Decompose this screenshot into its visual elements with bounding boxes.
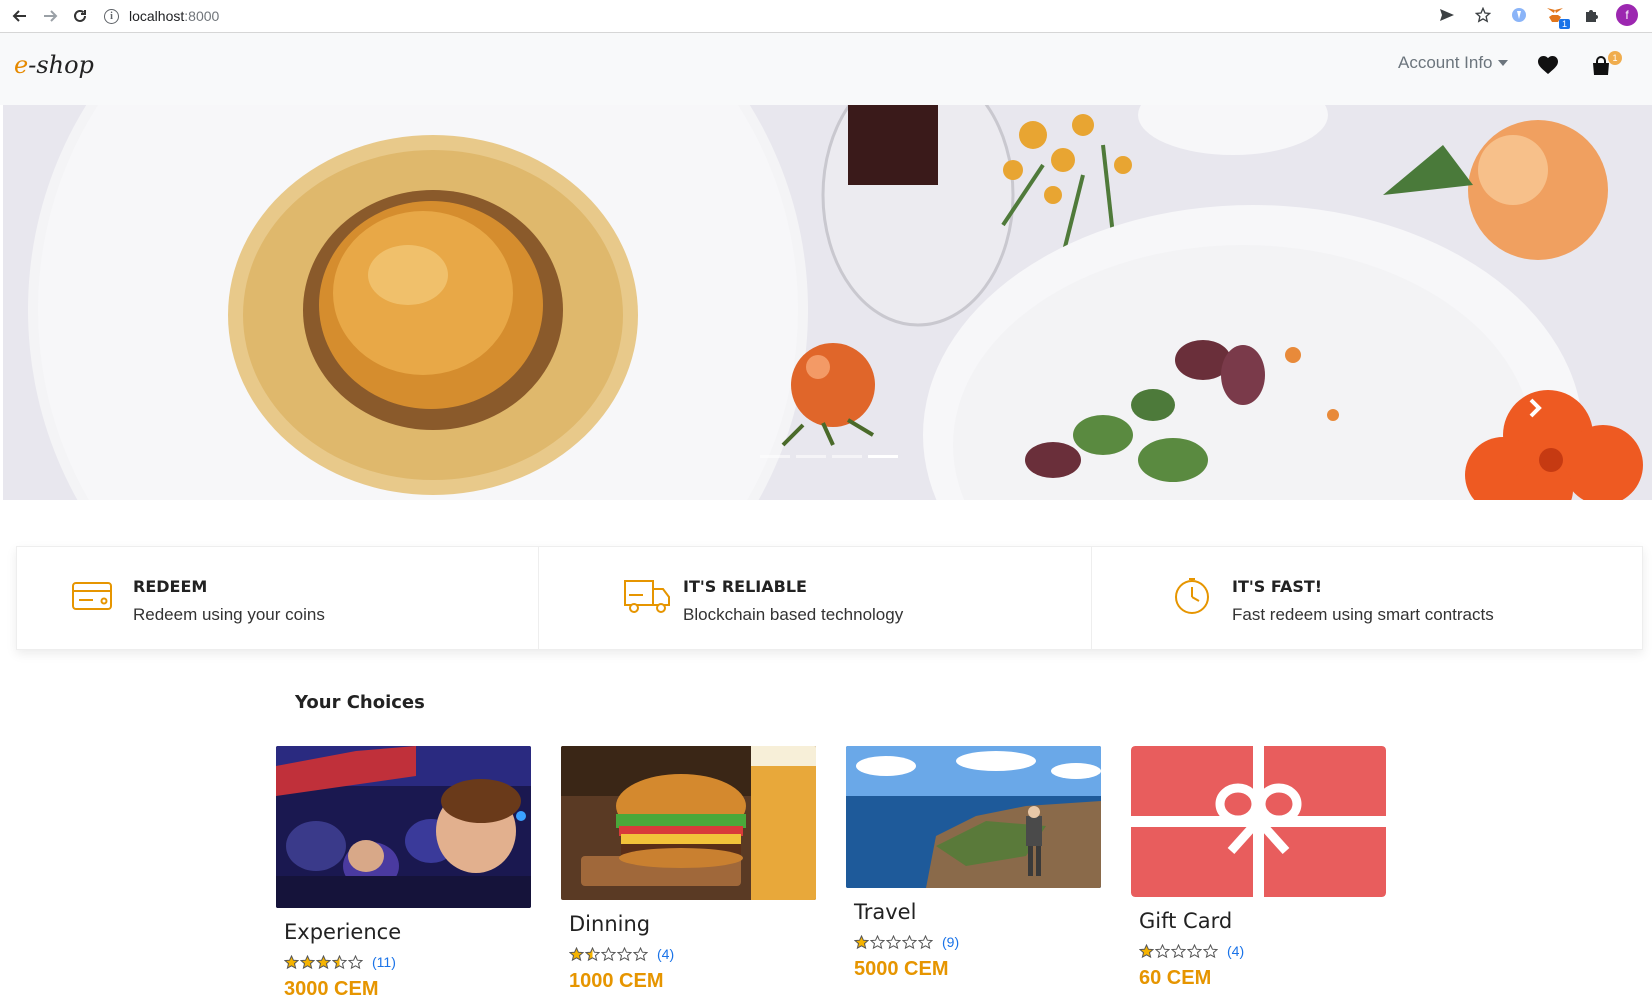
url-host: localhost [129,8,185,24]
browser-toolbar: i localhost:8000 1 f [0,0,1652,33]
cinema-audience-image[interactable] [276,746,531,908]
send-icon[interactable] [1436,4,1458,26]
product-name[interactable]: Dinning [569,912,816,936]
star-half-icon [332,954,347,969]
feature-reliable: IT'S RELIABLE Blockchain based technolog… [539,547,1092,649]
section-title: Your Choices [295,692,425,713]
extension-badge: 1 [1558,19,1570,29]
features-strip: REDEEM Redeem using your coins IT'S RELI… [16,546,1643,650]
star-empty-icon [601,946,616,961]
reload-icon[interactable] [68,4,92,28]
star-empty-icon [1171,943,1186,958]
review-count[interactable]: (11) [372,954,396,970]
feature-description: Fast redeem using smart contracts [1232,605,1494,624]
site-info-icon[interactable]: i [104,8,119,24]
feature-redeem: REDEEM Redeem using your coins [17,547,539,649]
review-count[interactable]: (4) [1227,943,1244,959]
product-rating: (11) [284,954,531,970]
bookmark-star-icon[interactable] [1472,4,1494,26]
feature-description: Blockchain based technology [683,605,904,624]
carousel-indicator-4[interactable] [868,455,898,458]
feature-title: IT'S FAST! [1232,577,1323,596]
profile-avatar[interactable]: f [1616,4,1638,26]
star-empty-icon [918,934,933,949]
feature-title: REDEEM [133,577,208,596]
feature-title: IT'S RELIABLE [683,577,807,596]
hero-food-image [3,105,1652,500]
carousel-indicator-3[interactable] [832,455,862,458]
star-empty-icon [617,946,632,961]
feature-fast: IT'S FAST! Fast redeem using smart contr… [1092,547,1642,649]
product-price: 1000 CEM [569,970,664,992]
hero-carousel[interactable] [3,105,1652,500]
product-price: 3000 CEM [284,978,379,1000]
product-price: 60 CEM [1139,967,1212,989]
product-price: 5000 CEM [854,958,949,980]
star-half-icon [585,946,600,961]
delivery-truck-icon [624,580,670,613]
product-rating: (4) [1139,943,1386,959]
star-empty-icon [633,946,648,961]
site-navbar: e-shop Account Info 1 [0,33,1652,105]
brand-logo[interactable]: e-shop [14,51,94,79]
star-full-icon [1139,943,1154,958]
review-count[interactable]: (4) [657,946,674,962]
coastal-hiker-image[interactable] [846,746,1101,888]
credit-card-icon [72,582,112,610]
star-full-icon [284,954,299,969]
product-name[interactable]: Gift Card [1139,909,1386,933]
address-bar[interactable]: i localhost:8000 [104,4,219,28]
back-icon[interactable] [8,4,32,28]
product-card-experience[interactable]: Experience (11) 3000 CEM [276,746,531,1001]
star-full-icon [300,954,315,969]
star-empty-icon [886,934,901,949]
caret-down-icon [1497,60,1508,66]
carousel-next-icon[interactable] [1524,397,1546,419]
review-count[interactable]: (9) [942,934,959,950]
star-empty-icon [1155,943,1170,958]
url-port: :8000 [184,8,220,24]
product-rating: (9) [854,934,1101,950]
star-empty-icon [1187,943,1202,958]
puzzle-extensions-icon[interactable] [1580,4,1602,26]
product-rating: (4) [569,946,816,962]
star-empty-icon [902,934,917,949]
account-info-label: Account Info [1398,53,1493,72]
star-full-icon [316,954,331,969]
carousel-indicator-1[interactable] [760,455,790,458]
star-full-icon [854,934,869,949]
product-card-gift-card[interactable]: Gift Card (4) 60 CEM [1131,746,1386,990]
star-empty-icon [1203,943,1218,958]
star-full-icon [569,946,584,961]
product-name[interactable]: Travel [854,900,1101,924]
product-card-travel[interactable]: Travel (9) 5000 CEM [846,746,1101,981]
clock-icon [1175,578,1209,614]
product-name[interactable]: Experience [284,920,531,944]
forward-icon[interactable] [38,4,62,28]
wishlist-heart-icon[interactable] [1536,53,1560,77]
gift-ribbon-image[interactable] [1131,746,1386,897]
metamask-fox-icon[interactable]: 1 [1544,4,1570,29]
carousel-indicators [760,455,898,458]
star-empty-icon [870,934,885,949]
burger-and-beer-image[interactable] [561,746,816,900]
cart-count-badge: 1 [1608,51,1622,65]
account-info-dropdown[interactable]: Account Info [1398,53,1508,73]
feature-description: Redeem using your coins [133,605,325,624]
star-empty-icon [348,954,363,969]
carousel-indicator-2[interactable] [796,455,826,458]
product-card-dinning[interactable]: Dinning (4) 1000 CEM [561,746,816,993]
extension-shield-icon[interactable] [1508,4,1530,26]
